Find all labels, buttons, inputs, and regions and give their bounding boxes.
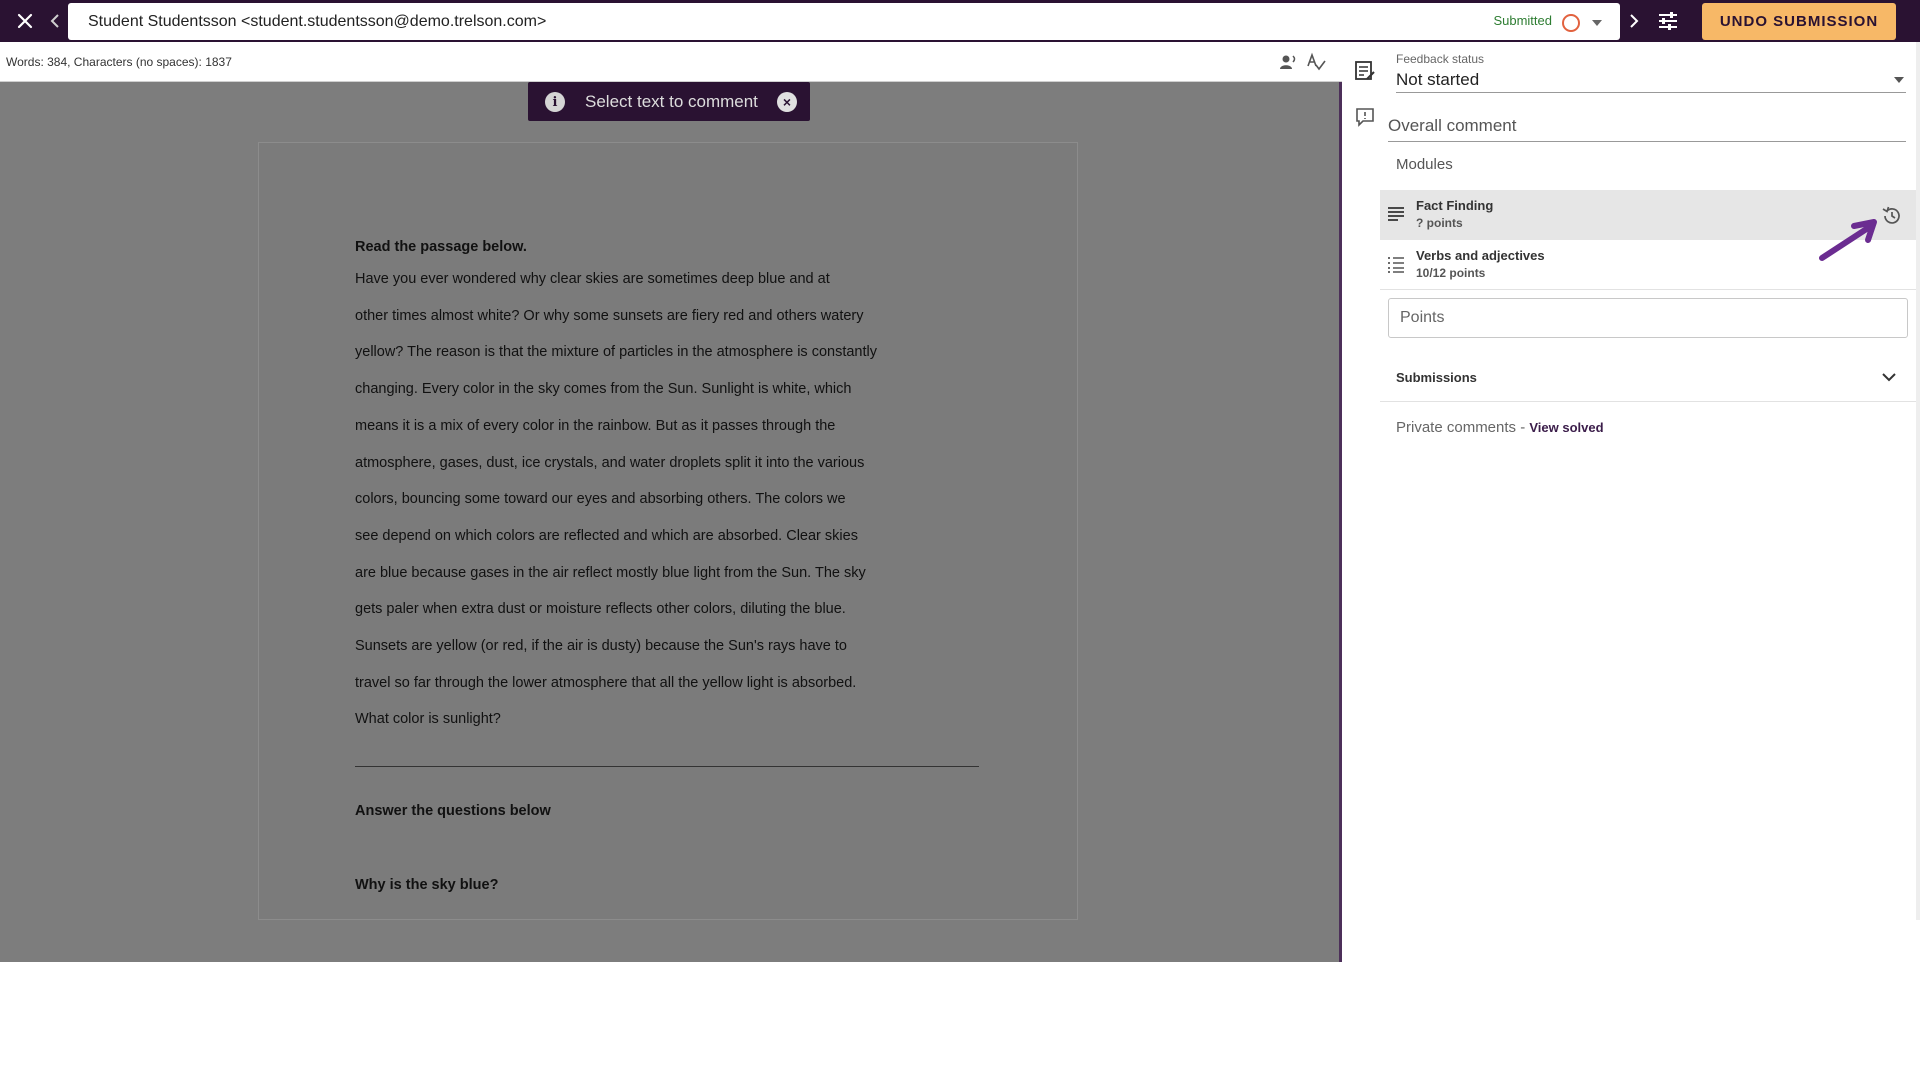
close-button[interactable] — [13, 9, 37, 33]
question-text: Why is the sky blue? — [355, 877, 499, 894]
sliders-icon — [1659, 12, 1677, 30]
passage-line: atmosphere, gases, dust, ice crystals, a… — [355, 454, 865, 471]
status-circle-icon — [1562, 14, 1580, 32]
passage-line: other times almost white? Or why some su… — [355, 307, 864, 324]
module-points: 10/12 points — [1416, 266, 1486, 280]
module-points: ? points — [1416, 216, 1463, 230]
passage-line: travel so far through the lower atmosphe… — [355, 674, 857, 691]
previous-student-button[interactable] — [46, 9, 64, 33]
modules-label: Modules — [1396, 156, 1453, 173]
passage-line: means it is a mix of every color in the … — [355, 417, 836, 434]
select-text-tooltip: i Select text to comment × — [528, 82, 810, 121]
caret-down-icon[interactable] — [1592, 20, 1602, 26]
passage-line: changing. Every color in the sky comes f… — [355, 381, 852, 398]
passage-line: are blue because gases in the air reflec… — [355, 564, 866, 581]
chevron-down-icon — [1882, 373, 1896, 382]
close-icon — [17, 13, 33, 29]
chevron-right-icon — [1630, 14, 1639, 28]
chevron-left-icon — [50, 14, 59, 28]
section-divider — [355, 766, 979, 768]
passage-heading: Read the passage below. — [355, 239, 527, 255]
overall-comment-placeholder: Overall comment — [1388, 116, 1517, 135]
private-comments-label: Private comments - — [1396, 419, 1530, 436]
passage-text[interactable]: Have you ever wondered why clear skies a… — [355, 261, 995, 738]
word-count: Words: 384, Characters (no spaces): 1837 — [6, 55, 232, 69]
passage-line: What color is sunlight? — [355, 711, 501, 728]
word-count-bar: Words: 384, Characters (no spaces): 1837 — [0, 42, 1342, 82]
feedback-panel: Feedback status Not started Overall comm… — [1380, 42, 1920, 920]
points-input[interactable] — [1388, 298, 1908, 338]
passage-line: yellow? The reason is that the mixture o… — [355, 344, 877, 361]
top-bar: Student Studentsson <student.studentsson… — [0, 0, 1920, 42]
info-icon: i — [545, 92, 565, 112]
private-comments: Private comments - View solved — [1396, 419, 1604, 436]
text-lines-icon — [1388, 207, 1404, 221]
caret-down-icon[interactable] — [1894, 77, 1904, 83]
panel-rail — [1346, 42, 1380, 962]
module-title: Fact Finding — [1416, 198, 1494, 213]
module-title: Verbs and adjectives — [1416, 248, 1545, 263]
submissions-label: Submissions — [1396, 370, 1477, 385]
student-selector[interactable]: Student Studentsson <student.studentsson… — [68, 3, 1620, 40]
panel-scrollbar[interactable] — [1916, 42, 1920, 920]
undo-submission-button[interactable]: UNDO SUBMISSION — [1702, 3, 1896, 40]
passage-line: see depend on which colors are reflected… — [355, 527, 858, 544]
view-solved-link[interactable]: View solved — [1529, 420, 1603, 435]
overall-comment-field[interactable]: Overall comment — [1388, 114, 1906, 142]
passage-line: colors, bouncing some toward our eyes an… — [355, 491, 846, 508]
answer-heading: Answer the questions below — [355, 803, 551, 820]
passage-line: Have you ever wondered why clear skies a… — [355, 271, 830, 287]
passage-line: Sunsets are yellow (or red, if the air i… — [355, 638, 847, 655]
feedback-status-select[interactable]: Not started — [1396, 70, 1479, 90]
submissions-section[interactable]: Submissions — [1380, 354, 1920, 402]
feedback-status-label: Feedback status — [1396, 52, 1485, 66]
page-content: Read the passage below. Have you ever wo… — [355, 239, 995, 919]
annotation-arrow-icon — [1819, 219, 1877, 261]
document-area: Words: 384, Characters (no spaces): 1837… — [0, 42, 1342, 962]
comment-icon[interactable] — [1354, 106, 1376, 128]
close-circle-icon[interactable]: × — [777, 92, 797, 112]
select-tip-text: Select text to comment — [585, 92, 758, 111]
history-icon[interactable] — [1880, 204, 1904, 228]
feedback-icon[interactable] — [1354, 60, 1376, 82]
feedback-status-underline — [1396, 92, 1906, 93]
settings-button[interactable] — [1650, 4, 1686, 38]
passage-line: gets paler when extra dust or moisture r… — [355, 601, 846, 618]
modules-divider — [1380, 289, 1920, 290]
text-to-speech-icon[interactable] — [1278, 52, 1298, 72]
spellcheck-icon[interactable] — [1306, 52, 1326, 72]
document-page: Read the passage below. Have you ever wo… — [258, 142, 1078, 920]
student-name: Student Studentsson <student.studentsson… — [88, 13, 547, 30]
list-icon — [1388, 257, 1404, 273]
submitted-status: Submitted — [1493, 13, 1552, 28]
next-student-button[interactable] — [1624, 9, 1644, 33]
